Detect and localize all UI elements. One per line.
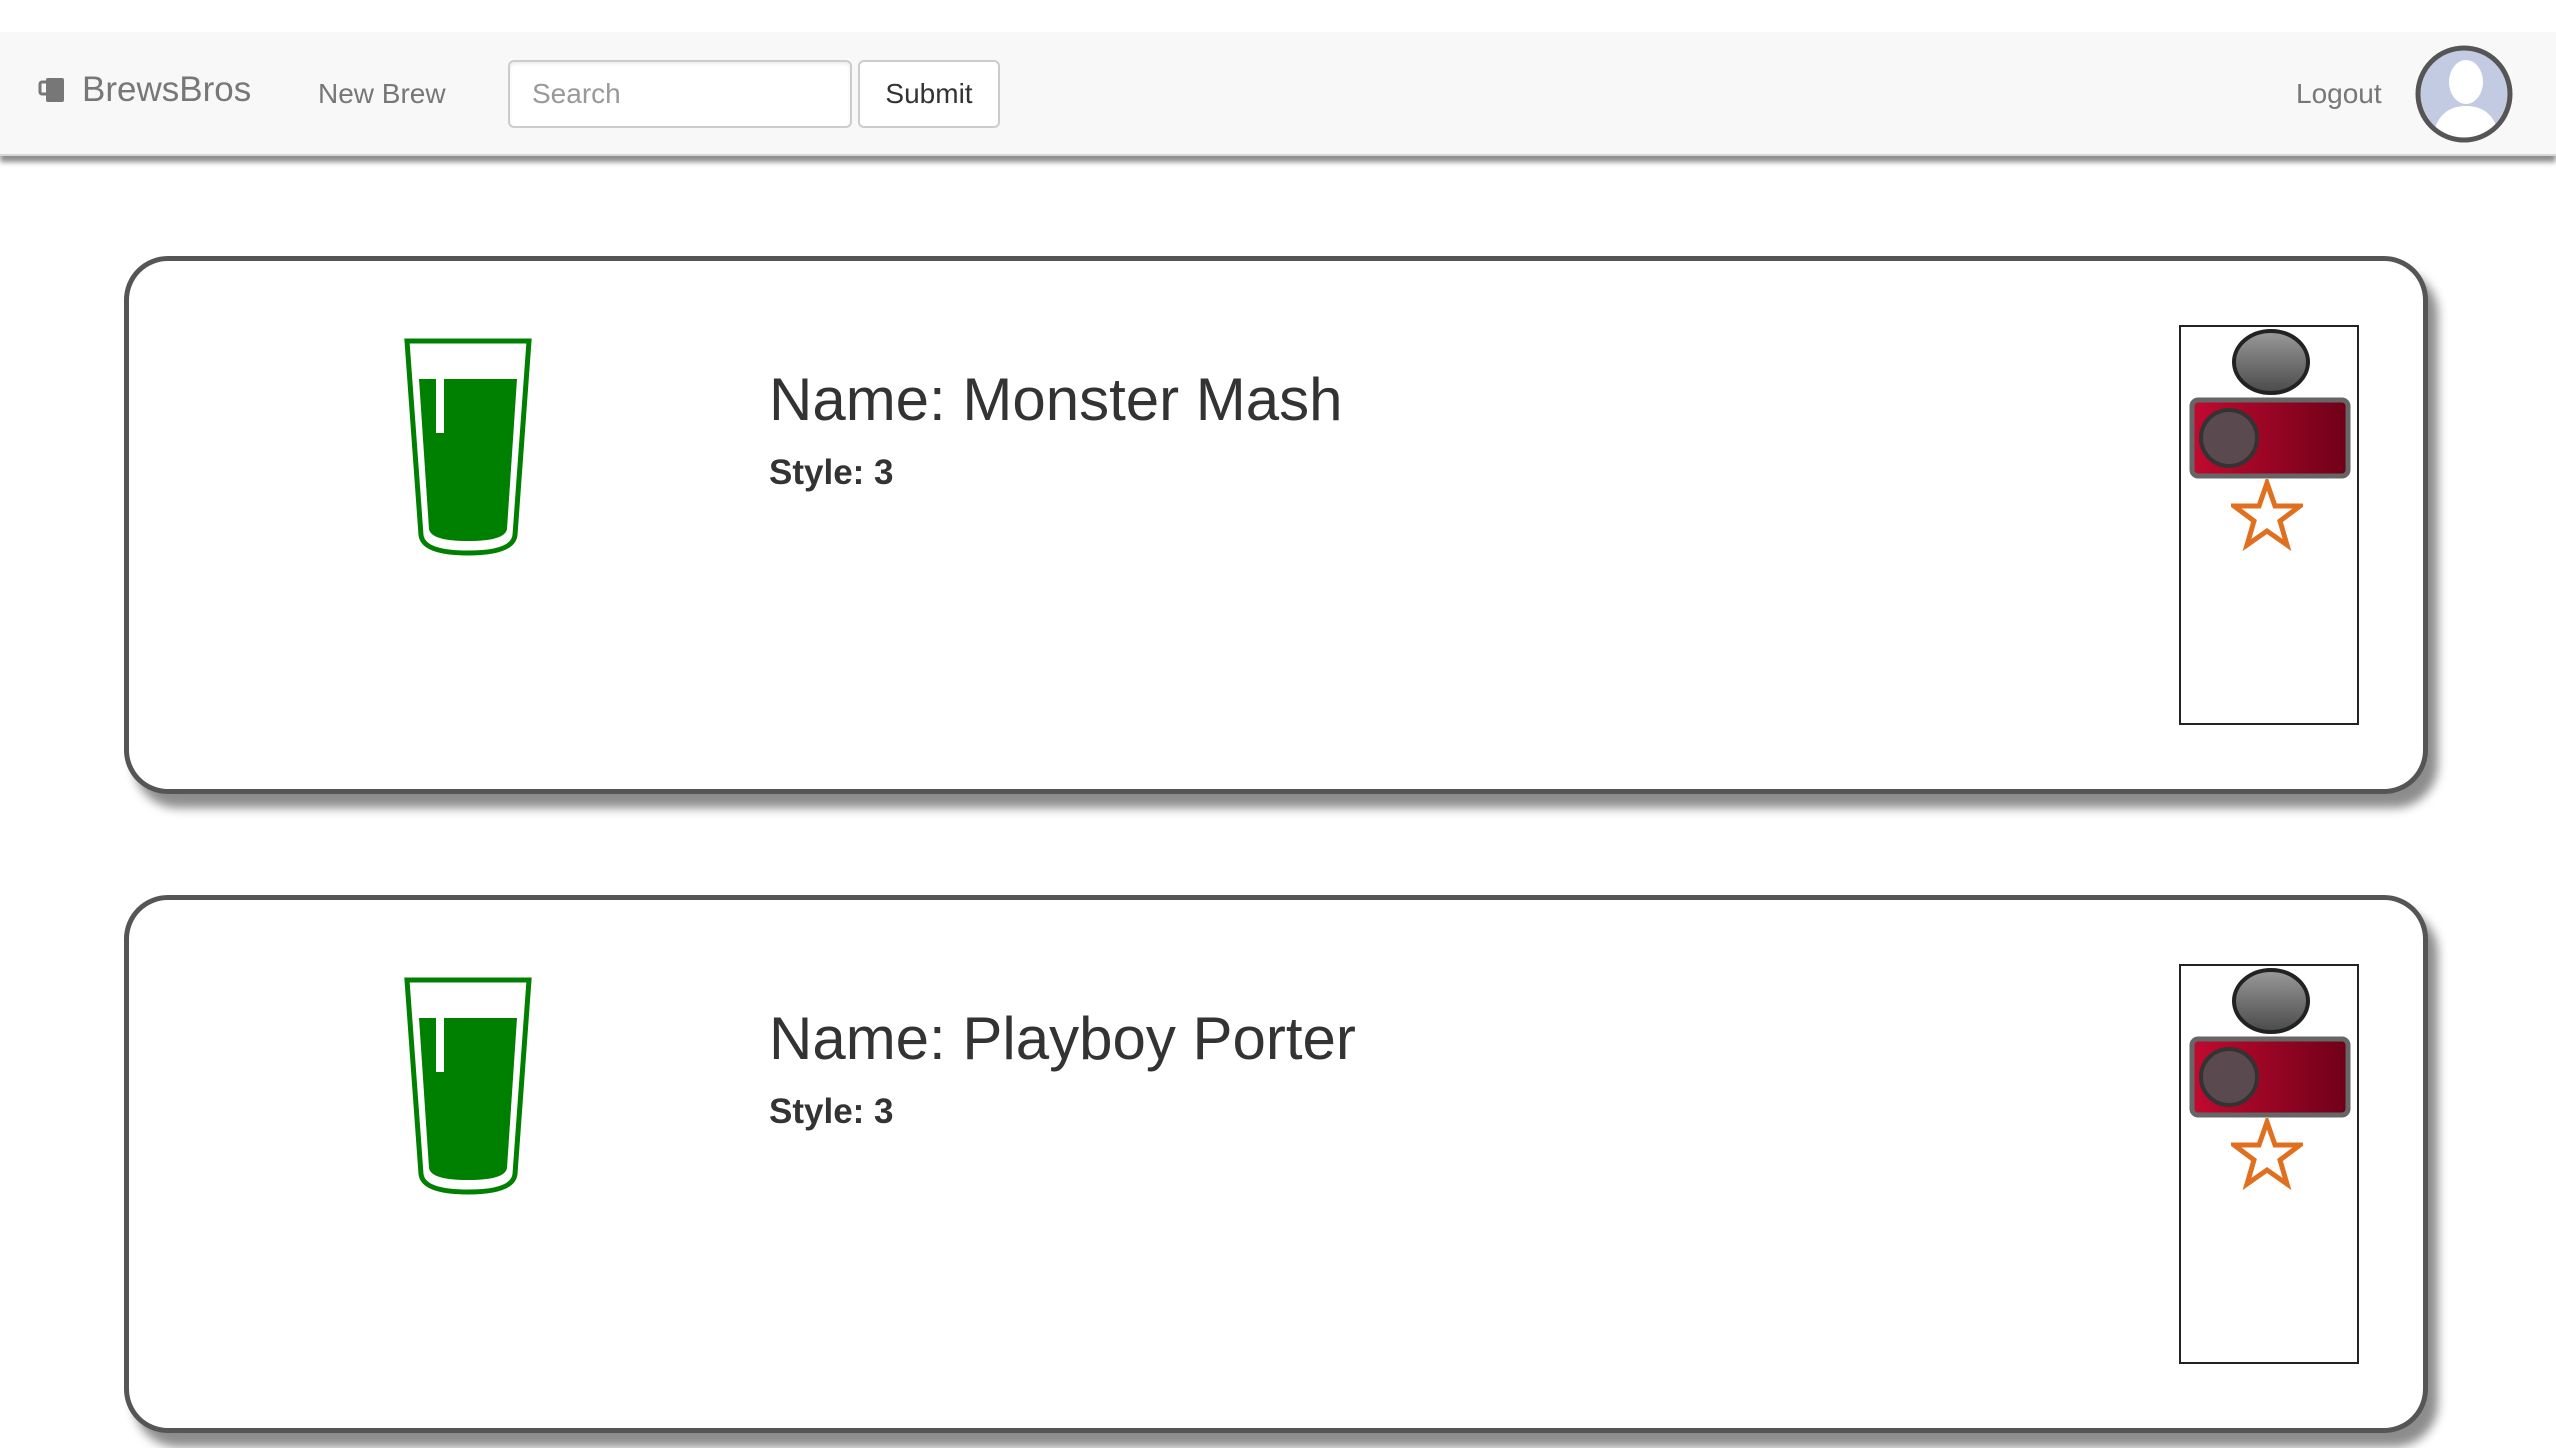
logout-link[interactable]: Logout [2296, 78, 2382, 110]
user-avatar-icon[interactable] [2414, 44, 2514, 144]
navbar: BrewsBros New Brew Submit Logout [0, 32, 2556, 156]
brew-card[interactable]: Name: Playboy Porter Style: 3 [124, 895, 2428, 1433]
brew-card[interactable]: Name: Monster Mash Style: 3 [124, 256, 2428, 794]
knob-button[interactable] [2231, 328, 2311, 396]
brew-controls-panel [2179, 325, 2359, 725]
beer-glass-icon [404, 338, 532, 556]
knob-button[interactable] [2231, 967, 2311, 1035]
brew-style: Style: 3 [769, 1092, 894, 1131]
brew-style: Style: 3 [769, 453, 894, 492]
nav-new-brew[interactable]: New Brew [318, 78, 446, 110]
submit-button[interactable]: Submit [858, 60, 1000, 128]
brand-label: BrewsBros [82, 70, 252, 109]
brand-link[interactable]: BrewsBros [38, 70, 251, 110]
beer-glass-icon [404, 977, 532, 1195]
page-top-strip [0, 0, 2556, 33]
star-icon[interactable] [2231, 1118, 2303, 1190]
brew-name: Name: Monster Mash [769, 366, 1343, 433]
mug-icon [38, 78, 64, 102]
toggle-switch[interactable] [2189, 397, 2351, 479]
brew-controls-panel [2179, 964, 2359, 1364]
star-icon[interactable] [2231, 479, 2303, 551]
search-input[interactable] [508, 60, 852, 128]
toggle-switch[interactable] [2189, 1036, 2351, 1118]
brew-name: Name: Playboy Porter [769, 1005, 1356, 1072]
